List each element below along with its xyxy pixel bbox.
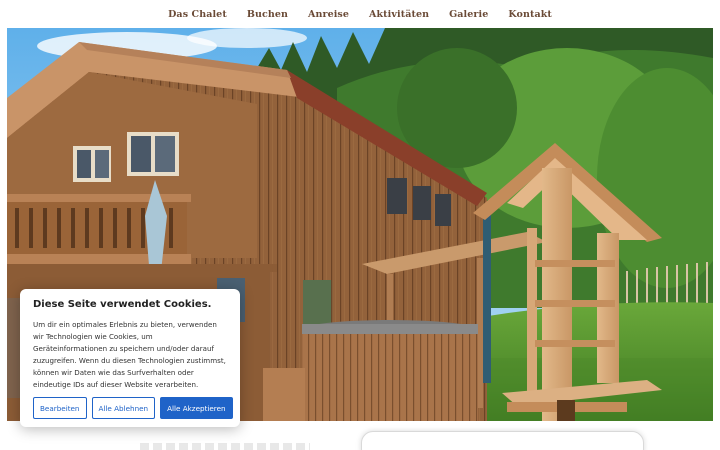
cookie-description: Um dir ein optimales Erlebnis zu bieten,… [33,320,226,389]
top-navigation: Das Chalet Buchen Anreise Aktivitäten Ga… [0,0,720,28]
accept-all-button[interactable]: Alle Akzeptieren [160,397,233,419]
nav-item-galerie[interactable]: Galerie [439,9,498,20]
edit-settings-button[interactable]: Bearbeiten [33,397,87,419]
nav-item-das-chalet[interactable]: Das Chalet [158,9,237,20]
nav-item-kontakt[interactable]: Kontakt [498,9,562,20]
faded-heading [140,443,310,450]
nav-item-buchen[interactable]: Buchen [237,9,298,20]
nav-item-anreise[interactable]: Anreise [298,9,359,20]
nav-item-aktivitaeten[interactable]: Aktivitäten [359,9,439,20]
info-card [361,431,644,450]
cookie-title: Diese Seite verwendet Cookies. [33,299,212,310]
cookie-button-group: Bearbeiten Alle Ablehnen Alle Akzeptiere… [33,397,233,419]
cookie-consent-banner: Diese Seite verwendet Cookies. Um dir ei… [20,289,240,427]
reject-all-button[interactable]: Alle Ablehnen [91,397,156,419]
